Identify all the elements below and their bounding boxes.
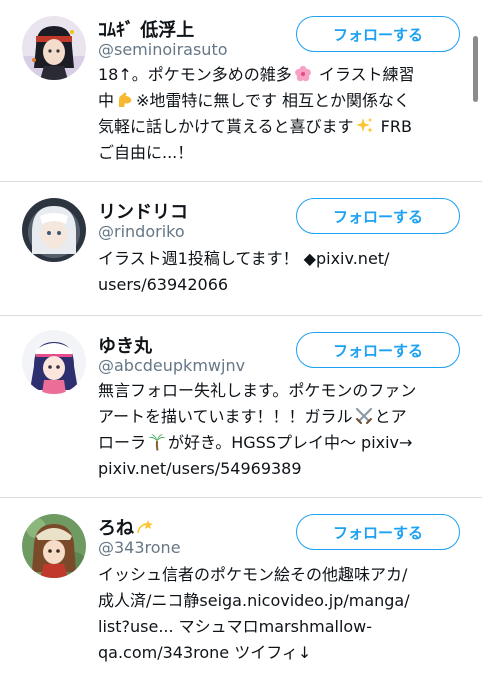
bio-text: list?use... マシュマロmarshmallow- [98,617,373,636]
user-handle[interactable]: @seminoirasuto [98,40,228,59]
bio-text: 中 [98,91,115,110]
user-bio: イッシュ信者のポケモン絵その他趣味アカ/ 成人済/ニコ静seiga.nicovi… [98,562,460,666]
bio-text: が好き。HGSSプレイ中〜 pixiv→ [168,433,413,452]
user-name[interactable]: ろね [98,514,156,540]
flexed-biceps-icon [119,92,132,107]
user-bio: 18↑。ポケモン多めの雑多 イラスト練習 中 ※地雷特に無しです 相互とか関係なく… [98,62,460,166]
dizzy-star-icon [137,520,153,534]
user-name[interactable]: ゆき丸 [98,332,152,358]
user-bio: 無言フォロー失礼します。ポケモンのファン アートを描いています！！！ガラル とア … [98,378,460,482]
user-cell[interactable]: ｺﾑｷﾞ 低浮上 @seminoirasuto フォローする 18↑。ポケモン多… [0,0,482,182]
bio-text: イッシュ信者のポケモン絵その他趣味アカ/ [98,565,408,584]
bio-text: ご自由に...！ [98,143,194,162]
bio-text: イラスト週1投稿してます！ ◆pixiv.net/ [98,249,390,268]
crossed-swords-icon [355,407,372,424]
avatar[interactable] [22,514,86,578]
bio-text: qa.com/343rone ツイフィ↓ [98,643,312,662]
user-bio: イラスト週1投稿してます！ ◆pixiv.net/ users/63942066 [98,246,460,298]
follow-button[interactable]: フォローする [296,514,460,550]
avatar[interactable] [22,198,86,262]
bio-text: users/63942066 [98,275,229,294]
user-name[interactable]: リンドリコ [98,198,188,224]
bio-text: 気軽に話しかけて貰えると喜びます [98,117,354,136]
suggested-users-list: ｺﾑｷﾞ 低浮上 @seminoirasuto フォローする 18↑。ポケモン多… [0,0,482,680]
user-cell[interactable]: リンドリコ @rindoriko フォローする イラスト週1投稿してます！ ◆p… [0,182,482,316]
bio-text: ローラ [98,433,147,452]
bio-text: 無言フォロー失礼します。ポケモンのファン [98,381,417,400]
sparkles-icon [355,117,373,133]
bio-text: ※地雷特に無しです 相互とか関係なく [136,91,411,110]
user-cell[interactable]: ゆき丸 @abcdeupkmwjnv フォローする 無言フォロー失礼します。ポケ… [0,316,482,498]
avatar[interactable] [22,16,86,80]
user-name[interactable]: ｺﾑｷﾞ 低浮上 [98,16,194,42]
bio-text: pixiv.net/users/54969389 [98,459,302,478]
scrollbar[interactable] [473,36,478,102]
follow-button[interactable]: フォローする [296,198,460,234]
follow-button[interactable]: フォローする [296,16,460,52]
bio-text: イラスト練習 [318,65,415,84]
bio-text: 18↑。ポケモン多めの雑多 [98,65,292,84]
user-cell[interactable]: ろね @343rone フォローする イッシュ信者のポケモン絵その他趣味アカ/ … [0,498,482,680]
palm-tree-icon [148,434,166,451]
user-handle[interactable]: @rindoriko [98,222,185,241]
bio-text: とア [374,407,407,426]
user-handle[interactable]: @abcdeupkmwjnv [98,356,245,375]
user-name-text[interactable]: ろね [98,518,134,539]
user-handle[interactable]: @343rone [98,538,181,557]
bio-text: アートを描いています！！！ガラル [98,407,353,426]
follow-button[interactable]: フォローする [296,332,460,368]
bio-text: 成人済/ニコ静seiga.nicovideo.jp/manga/ [98,591,410,610]
bio-text: FRB [380,117,412,136]
avatar[interactable] [22,330,86,394]
cherry-blossom-icon [294,65,311,82]
